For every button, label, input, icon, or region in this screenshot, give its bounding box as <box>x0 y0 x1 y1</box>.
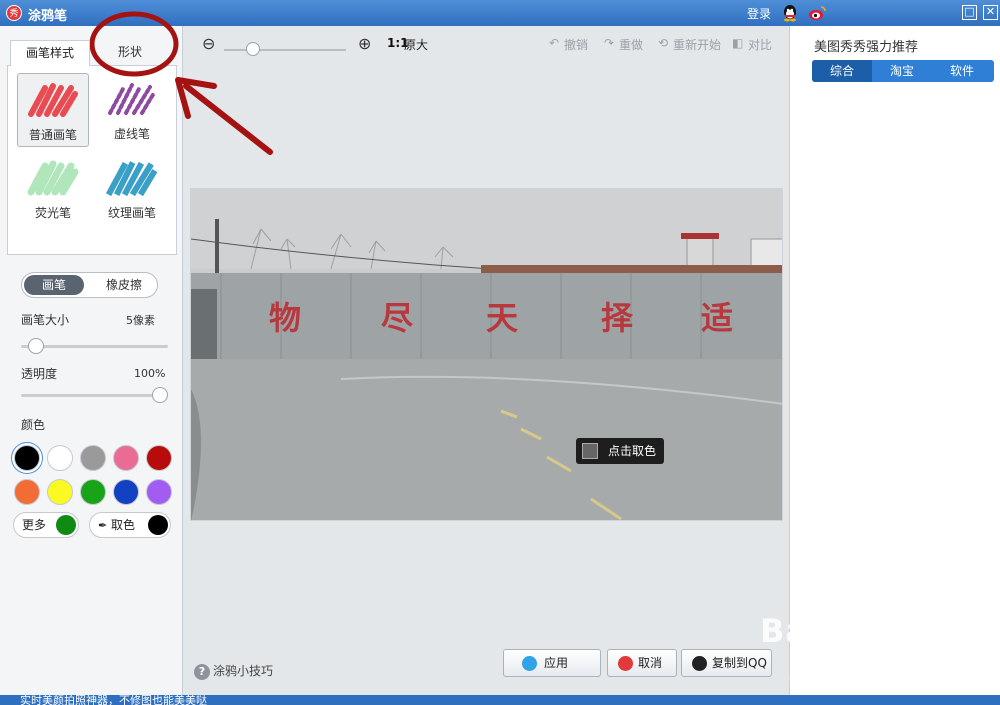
zoom-out-icon[interactable]: ⊖ <box>202 34 215 53</box>
brush-size-label: 画笔大小 <box>21 313 70 327</box>
recommend-tabs: 综合 淘宝 软件 <box>812 60 994 82</box>
wall-char-1: 尽 <box>381 299 413 337</box>
tab-software[interactable]: 软件 <box>932 60 992 82</box>
restart-icon[interactable]: ⟲ <box>658 36 668 50</box>
recommend-title: 美图秀秀强力推荐 <box>814 40 919 55</box>
brush-size-slider-thumb[interactable] <box>27 338 44 354</box>
eraser-mode-button[interactable]: 橡皮擦 <box>92 275 156 295</box>
color-swatch[interactable] <box>47 479 73 505</box>
color-label: 颜色 <box>21 418 46 432</box>
color-swatch[interactable] <box>47 445 73 471</box>
status-bar: 实时美颜拍照神器，不修图也能美美哒 <box>0 695 1000 705</box>
wall-char-4: 适 <box>701 299 733 337</box>
texture-brush-icon <box>106 159 158 197</box>
copy-to-qq-label: 复制到QQ <box>712 656 767 670</box>
tab-general[interactable]: 综合 <box>812 60 872 82</box>
more-colors-label: 更多 <box>22 518 47 532</box>
pick-color-tooltip: 点击取色 <box>576 438 664 464</box>
brush-dashed[interactable]: 虚线笔 <box>96 73 168 147</box>
cancel-icon <box>618 656 633 671</box>
color-swatch[interactable] <box>113 479 139 505</box>
apply-label: 应用 <box>544 656 569 670</box>
wall-char-2: 天 <box>486 299 518 337</box>
help-icon: ? <box>194 664 210 680</box>
zoom-in-icon[interactable]: ⊕ <box>358 34 371 53</box>
brush-highlighter[interactable]: 荧光笔 <box>17 152 89 226</box>
brush-normal-label: 普通画笔 <box>28 128 77 142</box>
redo-icon[interactable]: ↷ <box>604 36 614 50</box>
status-text: 实时美颜拍照神器，不修图也能美美哒 <box>20 695 207 705</box>
eyedropper-icon: ✒ <box>98 519 108 532</box>
redo-button[interactable]: 重做 <box>619 36 643 53</box>
wall-char-3: 择 <box>601 299 634 337</box>
photo-scene: 物 尽 天 择 适 <box>191 189 782 520</box>
pick-color-button[interactable]: ✒ 取色 <box>89 512 171 538</box>
pick-color-dot <box>148 515 168 535</box>
tab-brush-style[interactable]: 画笔样式 <box>10 40 90 66</box>
opacity-value: 100% <box>134 367 166 380</box>
brush-size-value: 5像素 <box>126 314 155 327</box>
apply-button[interactable]: 应用 <box>503 649 601 677</box>
original-size-button[interactable]: 原大 <box>404 36 428 53</box>
brush-style-box: 普通画笔 虚线笔 荧光笔 纹理画笔 <box>7 65 177 255</box>
qq-icon[interactable] <box>782 4 798 22</box>
check-icon <box>522 656 537 671</box>
wall-char-0: 物 <box>269 299 301 337</box>
app-logo-icon: 秀 <box>6 5 22 21</box>
opacity-slider-thumb[interactable] <box>152 387 168 403</box>
opacity-label: 透明度 <box>21 367 58 381</box>
color-swatch[interactable] <box>80 479 106 505</box>
close-button[interactable]: ✕ <box>983 5 998 20</box>
main-canvas-area: ⊖ ⊕ 1:1 原大 ↶ 撤销 ↷ 重做 ⟲ 重新开始 ◧ 对比 物 尽 天 择… <box>184 26 789 705</box>
baidu-watermark-url: jingyan.baidu.com <box>790 664 920 680</box>
tab-shape[interactable]: 形状 <box>90 40 170 66</box>
undo-button[interactable]: 撤销 <box>564 36 588 53</box>
brush-dashed-label: 虚线笔 <box>113 127 150 141</box>
color-swatch[interactable] <box>146 479 172 505</box>
brush-eraser-toggle: 画笔 橡皮擦 <box>21 272 158 298</box>
restore-button[interactable]: □ <box>962 5 977 20</box>
brush-highlighter-label: 荧光笔 <box>34 206 71 220</box>
qq-small-icon <box>692 656 707 671</box>
baidu-watermark: Bai经验 <box>760 612 886 650</box>
cancel-button[interactable]: 取消 <box>607 649 677 677</box>
color-swatch[interactable] <box>14 479 40 505</box>
zoom-slider-thumb[interactable] <box>245 42 260 56</box>
tab-taobao[interactable]: 淘宝 <box>872 60 932 82</box>
recommend-panel: 美图秀秀强力推荐 综合 淘宝 软件 <box>789 26 1000 705</box>
color-swatch[interactable] <box>146 445 172 471</box>
opacity-slider[interactable] <box>21 394 168 397</box>
doodle-tips-link[interactable]: ? 涂鸦小技巧 <box>194 662 273 680</box>
weibo-icon[interactable] <box>808 5 826 21</box>
color-swatch[interactable] <box>80 445 106 471</box>
pick-color-label: 取色 <box>111 518 136 532</box>
zoom-slider[interactable] <box>224 49 346 51</box>
picked-color-preview <box>582 443 598 459</box>
normal-brush-icon <box>28 83 78 117</box>
more-colors-button[interactable]: 更多 <box>13 512 79 538</box>
copy-to-qq-button[interactable]: 复制到QQ <box>681 649 772 677</box>
doodle-tips-label: 涂鸦小技巧 <box>213 664 274 678</box>
photo-canvas[interactable]: 物 尽 天 择 适 <box>190 188 783 521</box>
brush-texture-label: 纹理画笔 <box>107 206 156 220</box>
brush-texture[interactable]: 纹理画笔 <box>96 152 168 226</box>
dashed-brush-icon <box>108 83 156 115</box>
tooltip-text: 点击取色 <box>608 444 657 458</box>
color-swatch[interactable] <box>113 445 139 471</box>
left-panel: 画笔样式 形状 普通画笔 虚线笔 荧光笔 纹理画笔 画笔 橡皮擦 画笔大小 5像… <box>0 26 183 705</box>
title-bar: 秀 涂鸦笔 登录 □ ✕ <box>0 0 1000 26</box>
brush-normal[interactable]: 普通画笔 <box>17 73 89 147</box>
undo-icon[interactable]: ↶ <box>549 36 559 50</box>
compare-button[interactable]: 对比 <box>748 36 772 53</box>
more-color-dot <box>56 515 76 535</box>
cancel-label: 取消 <box>638 656 663 670</box>
brush-mode-button[interactable]: 画笔 <box>24 275 84 295</box>
restart-button[interactable]: 重新开始 <box>673 36 721 53</box>
color-swatch[interactable] <box>14 445 40 471</box>
login-link[interactable]: 登录 <box>747 5 771 22</box>
window-title: 涂鸦笔 <box>28 9 68 24</box>
toolbar: ⊖ ⊕ 1:1 原大 ↶ 撤销 ↷ 重做 ⟲ 重新开始 ◧ 对比 <box>184 26 789 60</box>
compare-icon[interactable]: ◧ <box>732 36 743 50</box>
highlighter-brush-icon <box>27 160 79 196</box>
